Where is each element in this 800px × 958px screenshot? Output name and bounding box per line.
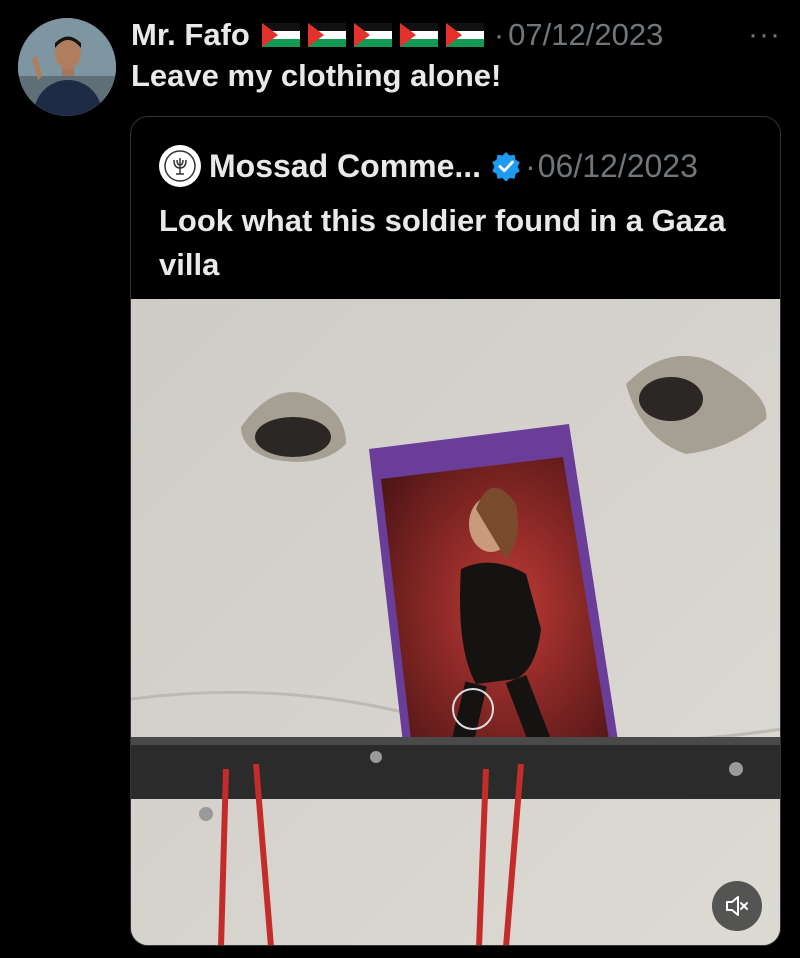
verified-badge-icon (492, 152, 520, 181)
display-name[interactable]: Mr. Fafo (131, 17, 250, 53)
separator-dot: · (525, 147, 536, 184)
palestine-flag-icon (353, 23, 392, 47)
video-player[interactable] (131, 299, 780, 945)
palestine-flag-icon (445, 23, 484, 47)
palestine-flag-icon (399, 23, 438, 47)
speaker-muted-icon (726, 896, 748, 916)
palestine-flag-icon (307, 23, 346, 47)
tweet-text: Leave my clothing alone! (131, 58, 502, 93)
quoted-display-name[interactable]: Mossad Comme... (209, 148, 481, 185)
quoted-tweet-text: Look what this soldier found in a Gaza v… (159, 203, 726, 282)
palestine-flag-icon (261, 23, 300, 47)
quoted-author-avatar[interactable] (159, 145, 201, 187)
quoted-tweet-card[interactable]: Mossad Comme... · 06/12/2023 Look what t… (130, 116, 781, 946)
quoted-tweet-date[interactable]: 06/12/2023 (538, 148, 698, 185)
quoted-tweet-header: Mossad Comme... · 06/12/2023 (159, 145, 698, 187)
menorah-emblem-icon (164, 150, 196, 182)
video-frame (131, 299, 780, 945)
author-avatar[interactable] (18, 18, 116, 116)
mute-toggle-button[interactable] (712, 881, 762, 931)
tweet-header: Mr. Fafo · 07/12/2023 (131, 14, 663, 56)
separator-dot: · (493, 17, 505, 52)
tweet-date[interactable]: 07/12/2023 (508, 17, 663, 53)
more-options-icon[interactable]: ··· (748, 18, 781, 52)
name-emoji-flags (261, 23, 484, 47)
